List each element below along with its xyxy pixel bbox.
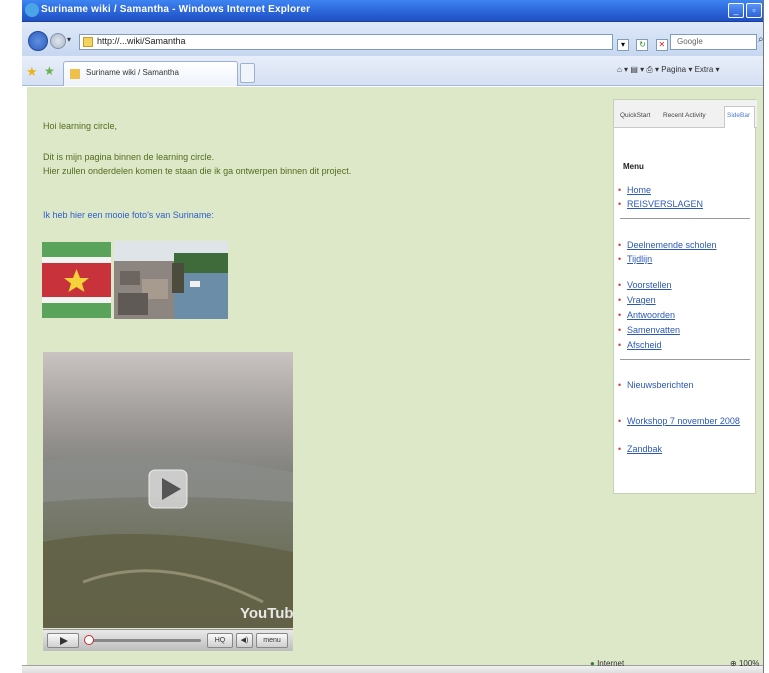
tab-bar: ★ ★ Suriname wiki / Samantha ⌂ ▾ ▤ ▾ ⎙ ▾… — [22, 56, 769, 86]
sidebar-item-zandbak[interactable]: Zandbak — [618, 444, 662, 454]
sidebar: QuickStart Recent Activity SideBar Menu … — [613, 99, 757, 494]
sidebar-item-home[interactable]: Home — [618, 185, 651, 195]
zoom-label: 100% — [738, 659, 760, 668]
intro-paragraph: Dit is mijn pagina binnen de learning ci… — [43, 150, 351, 178]
photos-link[interactable]: Ik heb hier een mooie foto's van Surinam… — [43, 210, 214, 220]
search-input[interactable]: Google — [670, 34, 757, 50]
video-thumbnail: YouTube — [43, 352, 293, 628]
seek-knob[interactable] — [84, 635, 94, 645]
play-button[interactable] — [47, 633, 79, 648]
zoom-level[interactable]: ⊕ 100% — [730, 659, 759, 668]
back-button[interactable] — [28, 31, 48, 51]
menu-title: Menu — [623, 162, 644, 171]
page-icon — [83, 37, 93, 47]
zoom-icon: ⊕ — [730, 659, 737, 668]
status-bar: ● Internet ⊕ 100% — [22, 659, 769, 673]
history-dropdown-icon[interactable]: ▾ — [67, 35, 71, 44]
sidebar-item-deelnemende-scholen[interactable]: Deelnemende scholen — [618, 240, 717, 250]
zone-label: Internet — [597, 659, 625, 668]
refresh-icon[interactable]: ↻ — [636, 39, 649, 51]
intro-line: Hier zullen onderdelen komen te staan di… — [43, 166, 352, 176]
url-text: http://...wiki/Samantha — [97, 36, 186, 46]
tab-recent-activity[interactable]: Recent Activity — [663, 112, 706, 119]
tab-quickstart[interactable]: QuickStart — [620, 112, 650, 119]
video-controls: HQ ◀) menu — [43, 629, 293, 651]
volume-button[interactable]: ◀) — [236, 633, 253, 648]
quality-button[interactable]: HQ — [207, 633, 233, 648]
video-player[interactable]: YouTube — [43, 352, 293, 628]
feeds-icon[interactable]: ▤ ▾ — [630, 65, 644, 74]
globe-icon: ● — [590, 659, 595, 668]
sidebar-item-vragen[interactable]: Vragen — [618, 295, 656, 305]
sidebar-tabs: QuickStart Recent Activity SideBar — [614, 100, 757, 128]
desktop-edge — [0, 0, 22, 673]
tab-active[interactable]: Suriname wiki / Samantha — [63, 61, 238, 86]
suriname-flag-image[interactable] — [42, 242, 111, 318]
intro-line: Dit is mijn pagina binnen de learning ci… — [43, 152, 215, 162]
browser-window: Suriname wiki / Samantha - Windows Inter… — [22, 0, 769, 673]
page-menu[interactable]: Pagina ▾ Extra ▾ — [661, 65, 719, 74]
title-bar: Suriname wiki / Samantha - Windows Inter… — [22, 0, 769, 22]
seek-bar[interactable] — [87, 639, 201, 642]
forward-button[interactable] — [50, 33, 66, 49]
url-input[interactable]: http://...wiki/Samantha — [79, 34, 613, 50]
print-icon[interactable]: ⎙ ▾ — [646, 65, 659, 74]
address-actions: ▾ ↻ ✕ — [617, 34, 671, 51]
command-bar[interactable]: ⌂ ▾ ▤ ▾ ⎙ ▾ Pagina ▾ Extra ▾ — [617, 65, 720, 75]
suriname-photos-image[interactable] — [114, 241, 228, 319]
youtube-logo: YouTube — [240, 605, 293, 622]
tab-label: Suriname wiki / Samantha — [86, 68, 179, 77]
sidebar-item-workshop[interactable]: Workshop 7 november 2008 — [618, 416, 740, 426]
sidebar-item-reisverslagen[interactable]: REISVERSLAGEN — [618, 199, 703, 209]
favorites-star-icon[interactable]: ★ — [26, 64, 38, 80]
security-zone: ● Internet — [590, 659, 624, 668]
sidebar-item-antwoorden[interactable]: Antwoorden — [618, 310, 675, 320]
address-bar: ▾ http://...wiki/Samantha ▾ ↻ ✕ Google ⌕ — [22, 22, 769, 56]
add-favorites-icon[interactable]: ★ — [44, 64, 55, 78]
page-content: Hoi learning circle, Dit is mijn pagina … — [27, 87, 769, 665]
new-tab-button[interactable] — [240, 63, 255, 83]
tab-favicon — [70, 69, 80, 79]
greeting-text: Hoi learning circle, — [43, 121, 118, 131]
sidebar-item-afscheid[interactable]: Afscheid — [618, 340, 661, 350]
sidebar-divider — [620, 359, 750, 360]
sidebar-divider — [620, 218, 750, 219]
sidebar-item-voorstellen[interactable]: Voorstellen — [618, 280, 671, 290]
sidebar-item-samenvatten[interactable]: Samenvatten — [618, 325, 680, 335]
minimize-button[interactable]: _ — [728, 3, 744, 18]
dropdown-icon[interactable]: ▾ — [617, 39, 629, 51]
tab-sidebar[interactable]: SideBar — [727, 112, 750, 119]
search-placeholder: Google — [677, 37, 703, 46]
window-right-edge — [763, 0, 769, 673]
menu-button[interactable]: menu — [256, 633, 288, 648]
window-title: Suriname wiki / Samantha - Windows Inter… — [41, 4, 311, 15]
maximize-button[interactable]: ▫ — [746, 3, 762, 18]
stop-icon[interactable]: ✕ — [655, 39, 668, 51]
sidebar-item-tijdlijn[interactable]: Tijdlijn — [618, 254, 652, 264]
sidebar-item-nieuwsberichten[interactable]: Nieuwsberichten — [618, 380, 693, 390]
home-icon[interactable]: ⌂ ▾ — [617, 65, 628, 74]
ie-icon — [25, 3, 39, 17]
